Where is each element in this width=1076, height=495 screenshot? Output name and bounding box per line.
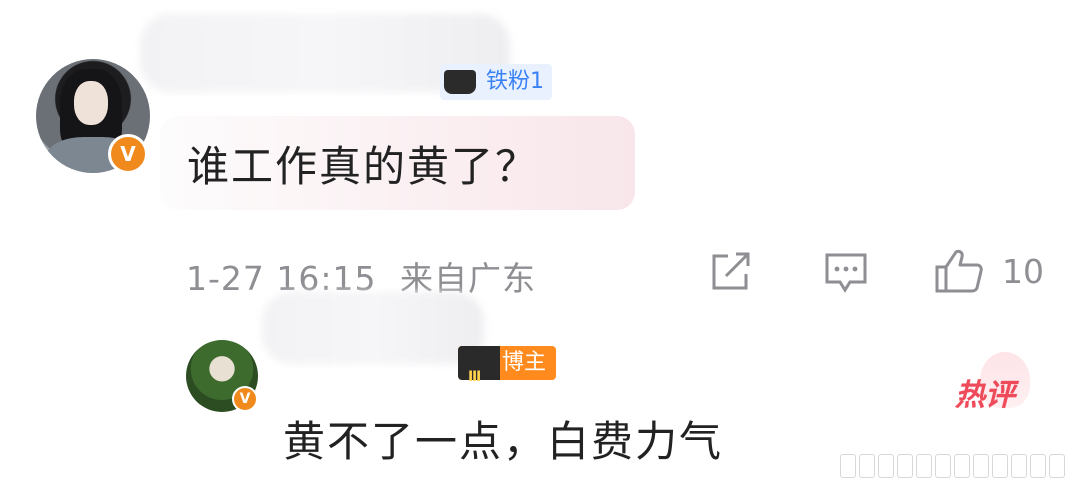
verified-v-small-icon: V <box>232 386 258 412</box>
like-icon[interactable] <box>934 248 984 294</box>
hot-comment-label: 热评 <box>955 378 1015 413</box>
blogger-badge[interactable]: Ⅲ 博主 <box>458 346 557 385</box>
comment-text: 谁工作真的黄了？ <box>187 142 540 191</box>
watermark-icon <box>840 454 1070 484</box>
blogger-level: Ⅲ <box>468 369 482 385</box>
blogger-badge-label: 博主 <box>502 350 547 375</box>
blogger-level-icon: Ⅲ <box>458 346 500 385</box>
comment-icon[interactable] <box>824 252 868 294</box>
reply-text: 黄不了一点，白费力气 <box>283 417 724 466</box>
fan-badge-icon <box>444 70 476 94</box>
share-icon[interactable] <box>710 252 752 292</box>
fan-badge[interactable]: 铁粉1 <box>440 64 552 100</box>
avatar-face <box>74 81 108 125</box>
fan-badge-label: 铁粉1 <box>486 69 544 94</box>
replier-name-redacted <box>262 292 484 364</box>
verified-v-icon: V <box>108 134 148 174</box>
like-count: 10 <box>1002 252 1044 291</box>
